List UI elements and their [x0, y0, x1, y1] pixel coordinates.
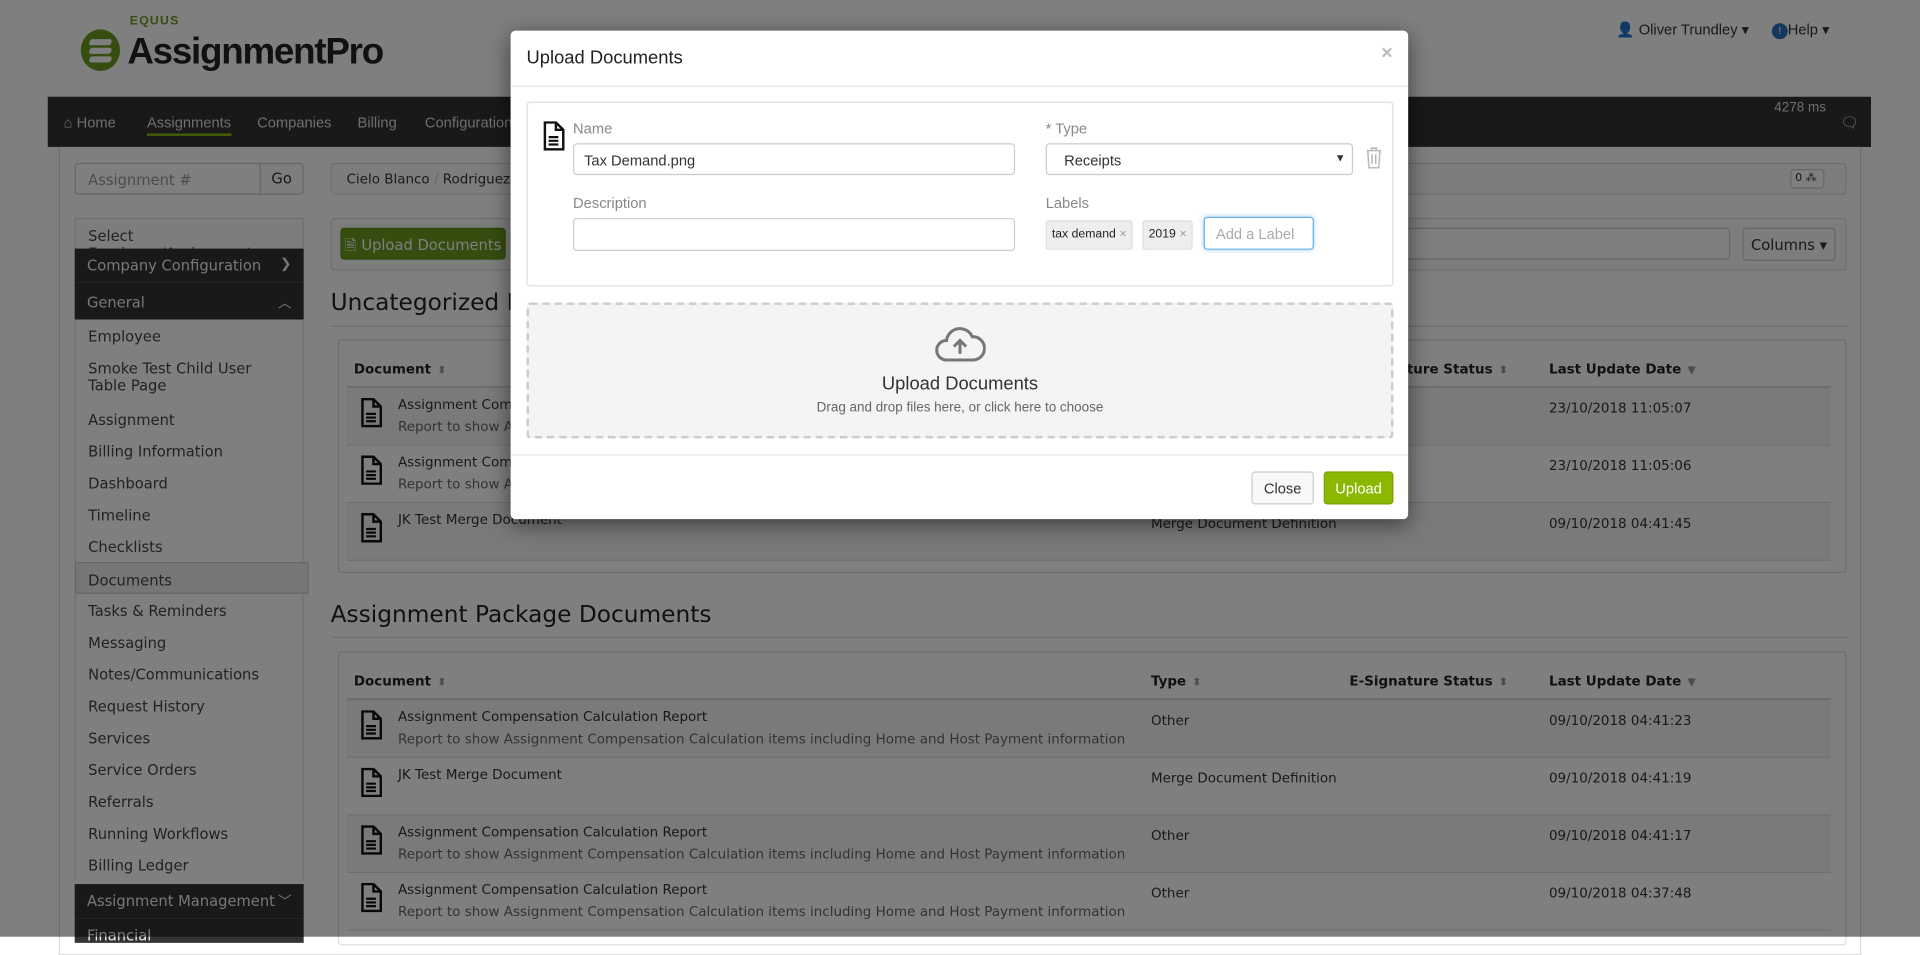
- name-label: Name: [573, 120, 613, 138]
- type-select[interactable]: Receipts ▼: [1045, 143, 1354, 176]
- dropzone-hint: Drag and drop files here, or click here …: [816, 400, 1104, 416]
- close-icon[interactable]: ×: [1381, 43, 1392, 65]
- description-textarea[interactable]: [573, 217, 1016, 252]
- upload-documents-modal: Upload Documents × Name Tax Demand.png *…: [510, 30, 1409, 520]
- modal-title: Upload Documents: [526, 47, 683, 69]
- dropzone[interactable]: [526, 302, 1394, 439]
- dropzone-title: Upload Documents: [881, 373, 1039, 395]
- add-label-input[interactable]: Add a Label: [1203, 216, 1314, 250]
- labels-label: Labels: [1045, 194, 1090, 212]
- remove-label-icon[interactable]: ×: [1179, 228, 1186, 241]
- page: EQUUS AssignmentPro 👤 Oliver Trundley ▾ …: [0, 0, 1920, 955]
- close-button[interactable]: Close: [1251, 471, 1314, 505]
- remove-label-icon[interactable]: ×: [1120, 228, 1127, 241]
- trash-icon[interactable]: [1365, 147, 1382, 169]
- type-label: * Type: [1045, 120, 1088, 138]
- file-text-icon: [543, 121, 565, 151]
- label-chip: 2019 ×: [1142, 220, 1193, 250]
- label-chip: tax demand ×: [1045, 220, 1133, 250]
- description-label: Description: [573, 194, 647, 212]
- name-input[interactable]: Tax Demand.png: [573, 143, 1016, 176]
- cloud-upload-icon: [935, 327, 986, 362]
- document-entry: [526, 101, 1394, 287]
- upload-button[interactable]: Upload: [1323, 471, 1394, 505]
